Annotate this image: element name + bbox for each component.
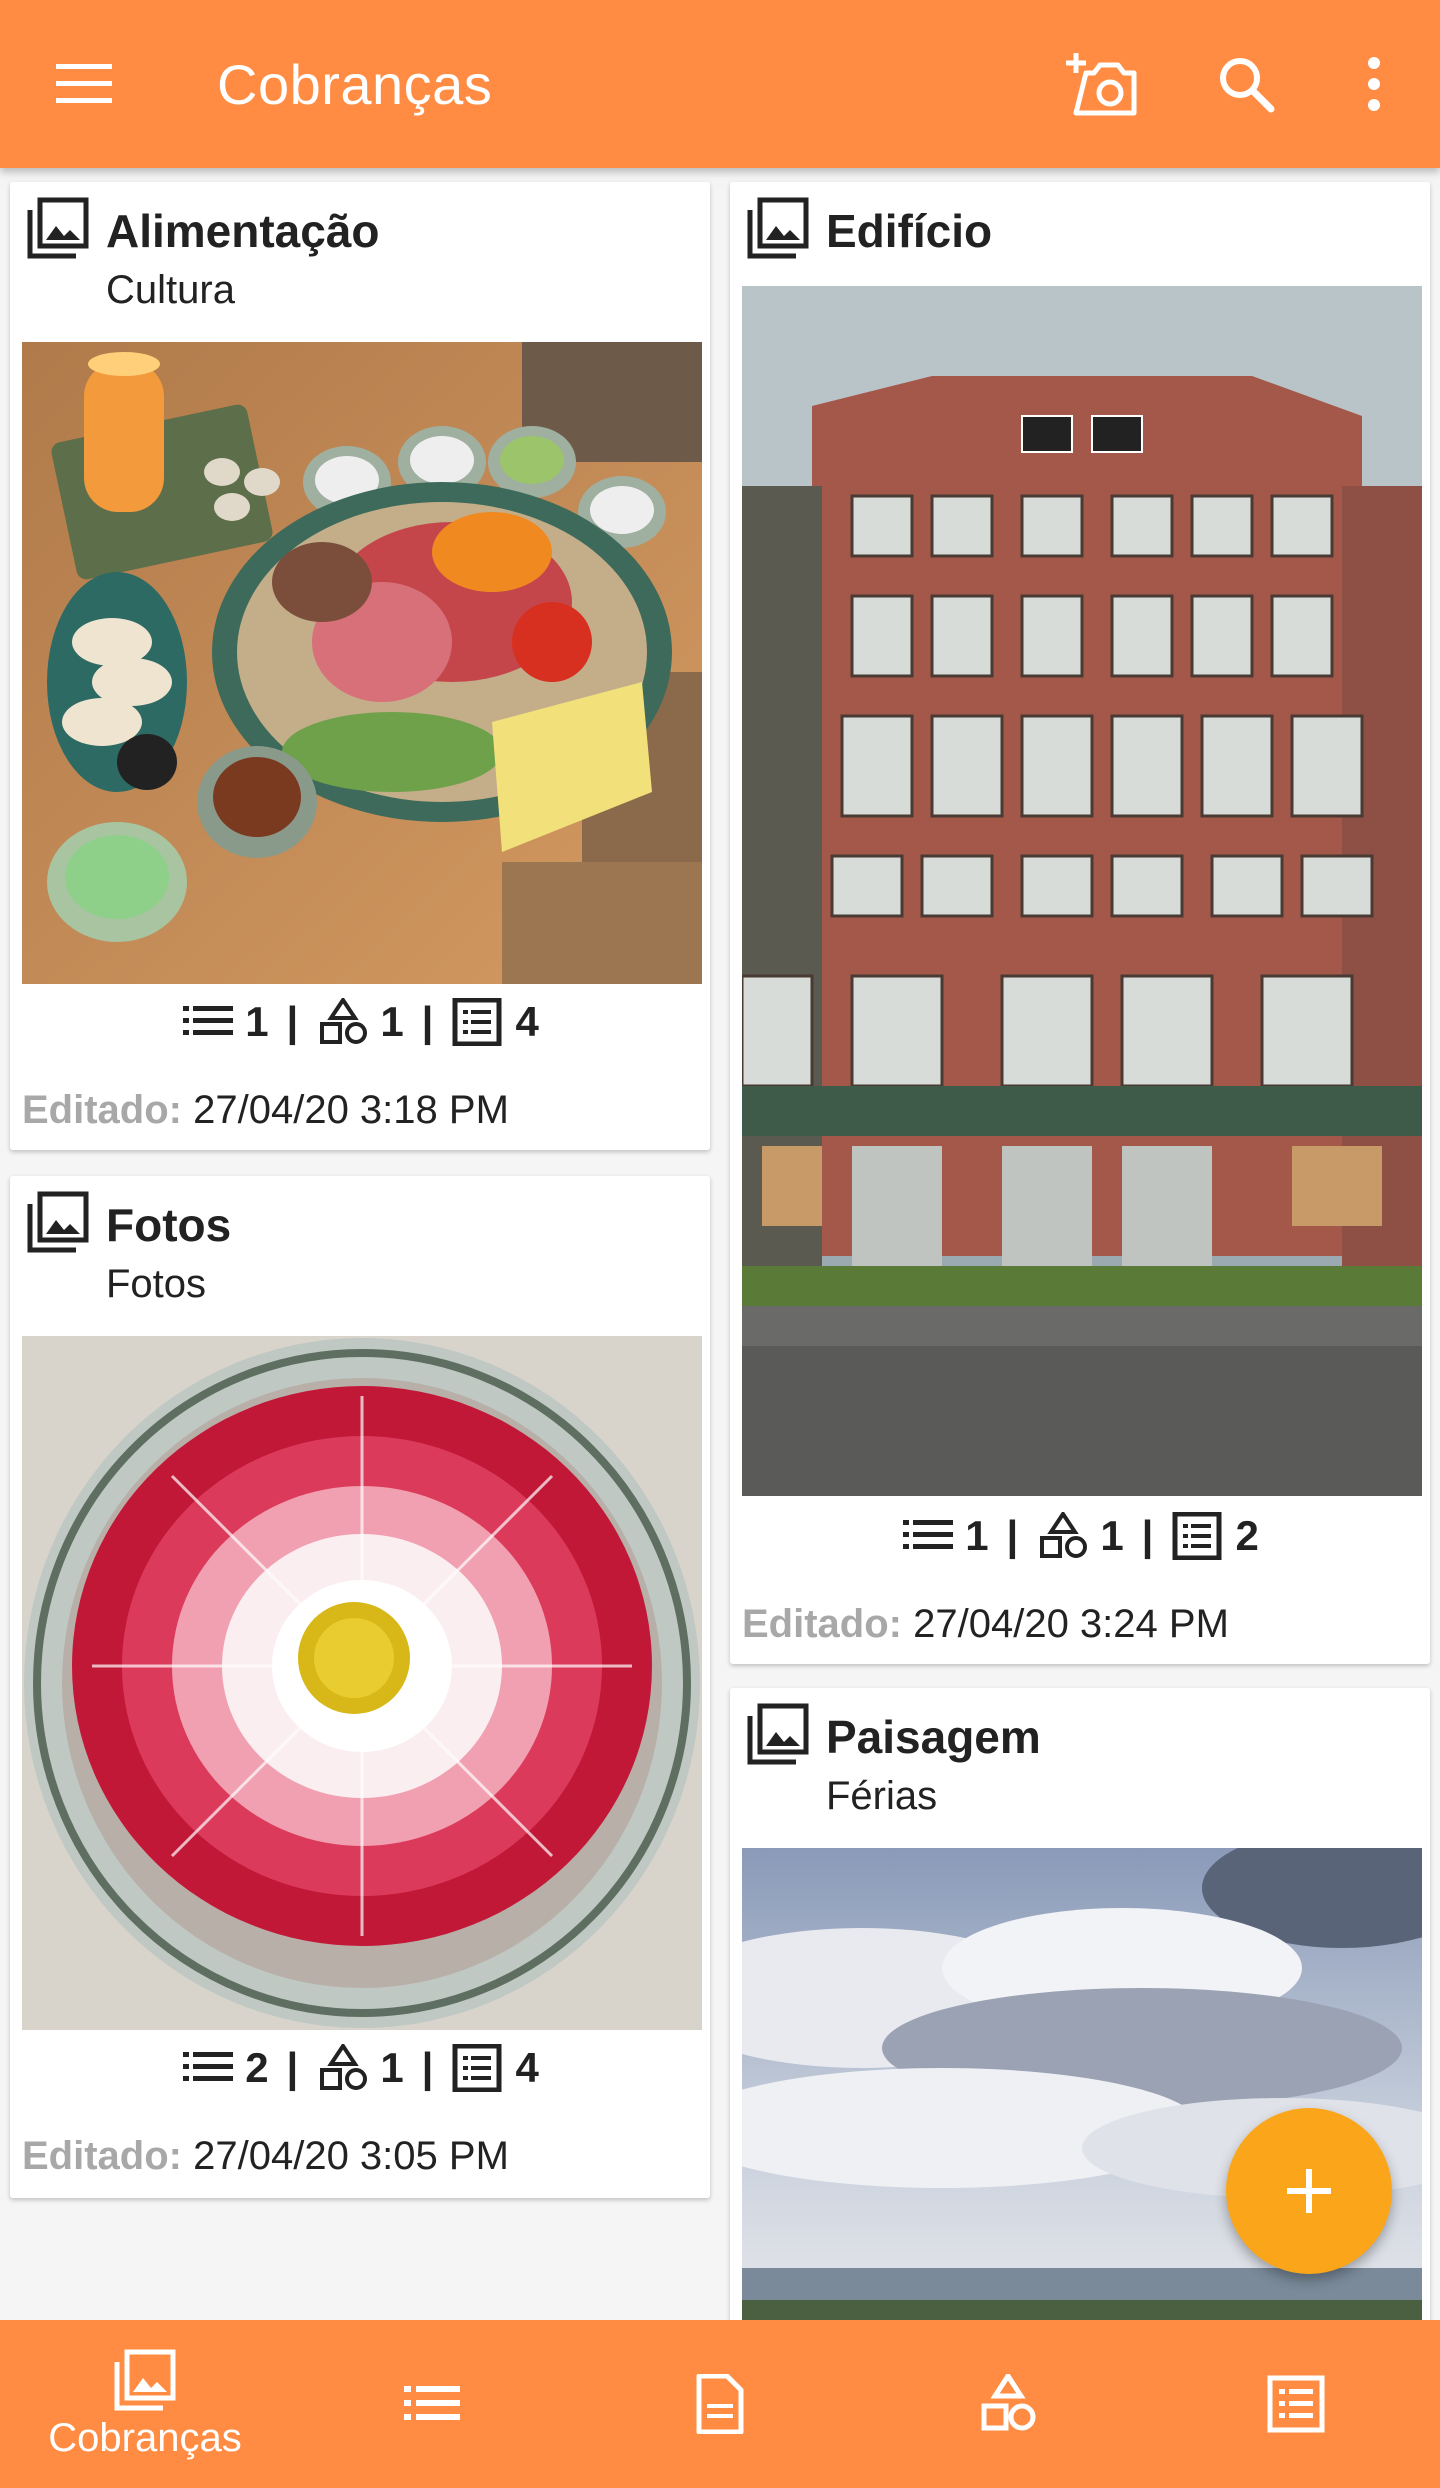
nav-item-documents[interactable] — [620, 2320, 820, 2488]
menu-icon — [56, 64, 112, 103]
shapes-icon — [320, 998, 368, 1044]
nav-item-collections[interactable]: Cobranças — [20, 2320, 270, 2488]
shapes-icon — [981, 2374, 1036, 2431]
stat-separator: | — [286, 998, 299, 1045]
brick-factory-image — [742, 286, 1422, 1496]
flower-bowl-image — [22, 1336, 702, 2030]
search-button[interactable] — [1196, 34, 1296, 134]
shape-count: 1 — [380, 998, 404, 1045]
form-icon — [1267, 2375, 1325, 2433]
edited-info: Editado: 27/04/20 3:05 PM — [22, 2134, 509, 2179]
list-icon — [903, 1520, 954, 1549]
list-count: 1 — [965, 1512, 989, 1559]
stat-separator: | — [421, 2044, 434, 2091]
form-icon — [1172, 1512, 1222, 1560]
form-count: 2 — [1235, 1512, 1259, 1559]
stat-separator: | — [1141, 1512, 1154, 1559]
more-vert-icon — [1368, 57, 1380, 111]
collection-icon — [27, 197, 89, 259]
card-stats: 1 | 1 | 2 — [730, 1512, 1430, 1560]
form-icon — [452, 2044, 502, 2092]
form-icon — [452, 998, 502, 1046]
edited-info: Editado: 27/04/20 3:18 PM — [22, 1088, 509, 1133]
nav-item-lists[interactable] — [332, 2320, 532, 2488]
card-title: Fotos — [106, 1199, 232, 1251]
shape-count: 1 — [380, 2044, 404, 2091]
collection-card-alimentacao[interactable]: Alimentação Cultura 1 | 1 | 4 Editado: 2… — [10, 182, 710, 1150]
shape-count: 1 — [1100, 1512, 1124, 1559]
stat-separator: | — [1006, 1512, 1019, 1559]
card-subtitle: Cultura — [106, 268, 235, 312]
document-icon — [696, 2374, 744, 2434]
edited-info: Editado: 27/04/20 3:24 PM — [742, 1602, 1229, 1647]
add-fab-button[interactable] — [1226, 2108, 1392, 2274]
edited-value: 27/04/20 3:05 PM — [193, 2134, 509, 2178]
collection-icon — [747, 197, 809, 259]
edited-value: 27/04/20 3:24 PM — [913, 1602, 1229, 1646]
nav-item-label: Cobranças — [48, 2415, 242, 2460]
list-count: 1 — [245, 998, 269, 1045]
bottom-navigation: Cobranças — [0, 2320, 1440, 2488]
edited-label: Editado: — [22, 1088, 182, 1132]
collection-icon — [27, 1191, 89, 1253]
shapes-icon — [320, 2044, 368, 2090]
shapes-icon — [1040, 1512, 1088, 1558]
list-count: 2 — [245, 2044, 269, 2091]
collection-card-fotos[interactable]: Fotos Fotos 2 | 1 | 4 Editado: 27/04/20 … — [10, 1176, 710, 2198]
edited-label: Editado: — [22, 2134, 182, 2178]
app-bar: Cobranças — [0, 0, 1440, 168]
card-title: Edifício — [826, 205, 993, 257]
list-icon — [183, 1006, 234, 1035]
more-options-button[interactable] — [1324, 34, 1424, 134]
card-stats: 1 | 1 | 4 — [10, 998, 710, 1046]
card-photo-building[interactable] — [742, 286, 1422, 1496]
stat-separator: | — [286, 2044, 299, 2091]
food-platter-image — [22, 342, 702, 984]
card-subtitle: Fotos — [106, 1262, 207, 1306]
card-title: Paisagem — [826, 1711, 1041, 1763]
nav-item-shapes[interactable] — [908, 2320, 1108, 2488]
card-photo-flower[interactable] — [22, 1336, 702, 2030]
add-photo-button[interactable] — [1052, 34, 1152, 134]
plus-icon — [1287, 2169, 1331, 2213]
list-icon — [404, 2386, 460, 2420]
form-count: 4 — [515, 998, 539, 1045]
stat-separator: | — [421, 998, 434, 1045]
card-photo-food[interactable] — [22, 342, 702, 984]
search-icon — [1220, 58, 1275, 113]
list-icon — [183, 2052, 234, 2081]
form-count: 4 — [515, 2044, 539, 2091]
collection-icon — [747, 1703, 809, 1765]
page-title: Cobranças — [217, 53, 493, 116]
menu-button[interactable] — [34, 34, 134, 134]
app-root: Cobranças Alimentação Cultura 1 | 1 | 4 … — [0, 0, 1440, 2488]
card-subtitle: Férias — [826, 1774, 938, 1818]
add-photo-icon — [1066, 53, 1137, 116]
card-stats: 2 | 1 | 4 — [10, 2044, 710, 2092]
edited-value: 27/04/20 3:18 PM — [193, 1088, 509, 1132]
nav-item-forms[interactable] — [1196, 2320, 1396, 2488]
edited-label: Editado: — [742, 1602, 902, 1646]
card-title: Alimentação — [106, 205, 380, 257]
collection-card-edificio[interactable]: Edifício 1 | 1 | 2 Editado: 27/04/20 3:2… — [730, 182, 1430, 1664]
collections-icon — [114, 2349, 176, 2410]
